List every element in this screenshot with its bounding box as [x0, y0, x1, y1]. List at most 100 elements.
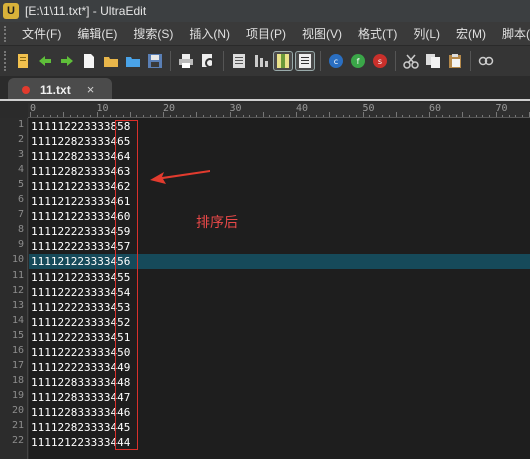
wordwrap-icon[interactable]: [295, 51, 315, 71]
us-icon[interactable]: s: [371, 52, 389, 70]
line-number: 1: [17, 119, 24, 130]
tab-11-txt[interactable]: 11.txt ×: [8, 78, 112, 101]
menu-edit[interactable]: 编辑(E): [69, 22, 125, 46]
text-line[interactable]: 111122223333452: [29, 315, 530, 330]
ruler-tick: [335, 115, 337, 117]
menu-project[interactable]: 项目(P): [238, 22, 294, 46]
menu-script[interactable]: 脚本(i: [494, 22, 530, 46]
menu-format[interactable]: 格式(T): [350, 22, 405, 46]
text-line[interactable]: 111122823333465: [29, 134, 530, 149]
text-line[interactable]: 111122833333447: [29, 390, 530, 405]
ruler-tick: [236, 115, 238, 117]
tab-bar: 11.txt ×: [0, 76, 530, 101]
ruler-tick: [149, 115, 151, 117]
toolbar-separator: [223, 51, 224, 71]
ruler-tick: [222, 115, 224, 117]
text-line[interactable]: 111122223333459: [29, 224, 530, 239]
text-line[interactable]: 111121223333461: [29, 194, 530, 209]
line-number: 6: [17, 194, 24, 206]
ruler-tick: [229, 112, 231, 117]
sort-icon[interactable]: [252, 52, 270, 70]
text-line[interactable]: 111122223333451: [29, 330, 530, 345]
toolbar: c f s: [0, 46, 530, 76]
menu-insert[interactable]: 插入(N): [181, 22, 238, 46]
uf-icon[interactable]: f: [349, 52, 367, 70]
new-file-icon[interactable]: [14, 52, 32, 70]
forward-icon[interactable]: [58, 52, 76, 70]
line-number: 15: [11, 329, 24, 341]
line-number: 17: [11, 359, 24, 371]
menu-search[interactable]: 搜索(S): [125, 22, 181, 46]
tab-underline: [0, 99, 530, 101]
text-line[interactable]: 111121223333462: [29, 179, 530, 194]
toolbar-separator: [320, 51, 321, 71]
text-line[interactable]: 111122833333448: [29, 375, 530, 390]
text-line[interactable]: 111122823333445: [29, 420, 530, 435]
text-line[interactable]: 111112223333858: [29, 119, 530, 134]
text-line[interactable]: 111121223333456: [29, 254, 530, 270]
line-number: 21: [11, 420, 24, 431]
text-line[interactable]: 111122223333457: [29, 239, 530, 254]
ruler-tick: [429, 112, 430, 117]
text-line[interactable]: 111122223333454: [29, 285, 530, 300]
ruler-tick: [202, 115, 204, 117]
save-icon[interactable]: [146, 52, 164, 70]
title-bar: U [E:\1\11.txt*] - UltraEdit: [0, 0, 530, 22]
text-line[interactable]: 111122833333446: [29, 405, 530, 420]
ruler-tick: [375, 115, 377, 117]
ruler-tick: [36, 115, 38, 117]
ruler-tick: [382, 115, 384, 117]
toolbar-separator: [395, 51, 396, 71]
text-line[interactable]: 111121223333444: [29, 435, 530, 450]
ruler-tick: [415, 115, 417, 117]
find-icon[interactable]: [477, 52, 495, 70]
open-folder-icon[interactable]: [124, 52, 142, 70]
text-line[interactable]: 111122823333463: [29, 164, 530, 179]
ruler-tick: [49, 115, 51, 117]
ruler-tick: [43, 115, 45, 117]
line-number: 20: [11, 404, 24, 416]
ruler-mark: 10: [96, 103, 109, 114]
ruler-tick: [123, 115, 125, 117]
text-line[interactable]: 111122823333464: [29, 149, 530, 164]
ruler-tick: [329, 112, 331, 117]
ruler-mark: 30: [229, 103, 242, 114]
document-icon[interactable]: [230, 52, 248, 70]
menu-file[interactable]: 文件(F): [14, 22, 69, 46]
ruler-tick: [508, 115, 510, 117]
column-mode-icon[interactable]: [273, 51, 293, 71]
ruler-tick: [189, 115, 191, 117]
menu-view[interactable]: 视图(V): [294, 22, 350, 46]
text-line[interactable]: 111122223333450: [29, 345, 530, 360]
menu-macro[interactable]: 宏(M): [448, 22, 494, 46]
ruler-tick: [475, 115, 477, 117]
modified-dot-icon: [22, 85, 30, 94]
uc-icon[interactable]: c: [327, 52, 345, 70]
ruler-tick: [56, 115, 58, 117]
text-line[interactable]: 111122223333449: [29, 360, 530, 375]
cut-icon[interactable]: [402, 52, 420, 70]
ruler-tick: [163, 112, 164, 117]
line-number: 22: [11, 435, 24, 447]
text-line[interactable]: 111121223333460: [29, 209, 530, 224]
paste-icon[interactable]: [446, 52, 464, 70]
text-line[interactable]: 111121223333455: [29, 270, 530, 285]
svg-text:c: c: [334, 57, 338, 66]
ruler-tick: [495, 112, 497, 117]
open-icon[interactable]: [102, 52, 120, 70]
text-line[interactable]: 111122223333453: [29, 300, 530, 315]
ruler-tick: [176, 115, 178, 117]
menu-bar: 文件(F) 编辑(E) 搜索(S) 插入(N) 项目(P) 视图(V) 格式(T…: [0, 22, 530, 46]
print-preview-icon[interactable]: [199, 52, 217, 70]
ruler-tick: [89, 115, 91, 117]
ruler-tick: [522, 115, 524, 117]
editor-area[interactable]: 111112223333858 111122823333465 1111228233…: [29, 118, 530, 459]
back-icon[interactable]: [36, 52, 54, 70]
line-number: 13: [11, 299, 24, 311]
new-doc-icon[interactable]: [80, 52, 98, 70]
copy-icon[interactable]: [424, 52, 442, 70]
close-icon[interactable]: ×: [87, 82, 95, 97]
print-icon[interactable]: [177, 52, 195, 70]
ruler-tick: [216, 115, 218, 117]
menu-column[interactable]: 列(L): [405, 22, 448, 46]
